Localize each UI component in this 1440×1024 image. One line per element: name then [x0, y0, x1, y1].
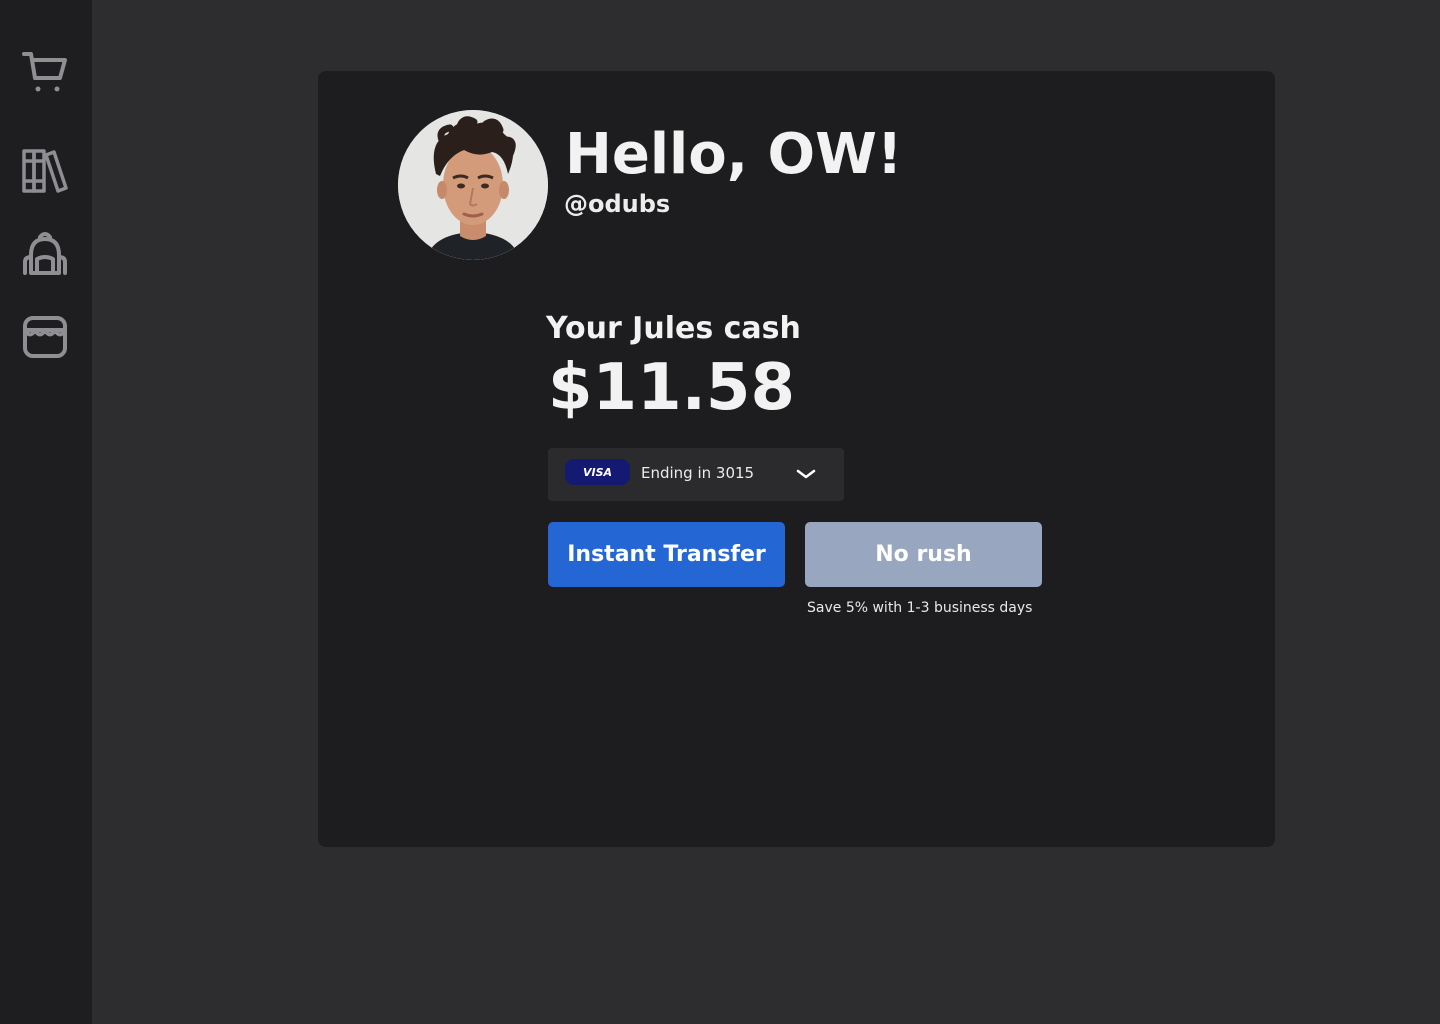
chevron-down-icon	[796, 469, 816, 479]
no-rush-button[interactable]: No rush	[805, 522, 1042, 587]
cash-balance-label: Your Jules cash	[546, 311, 801, 346]
backpack-icon[interactable]	[20, 228, 70, 278]
no-rush-note: Save 5% with 1-3 business days	[807, 600, 1033, 616]
greeting-title: Hello, OW!	[565, 122, 903, 187]
sidebar	[0, 0, 92, 1024]
payment-method-select[interactable]: VISA Ending in 3015	[548, 448, 844, 501]
instant-transfer-button[interactable]: Instant Transfer	[548, 522, 785, 587]
library-icon[interactable]	[20, 145, 70, 195]
avatar	[398, 110, 548, 260]
cash-out-card: Hello, OW! @odubs Your Jules cash $11.58…	[318, 71, 1275, 847]
visa-icon: VISA	[565, 459, 630, 485]
store-icon[interactable]	[20, 311, 70, 361]
card-ending-text: Ending in 3015	[641, 464, 755, 482]
cart-icon[interactable]	[20, 47, 70, 97]
username-handle: @odubs	[564, 190, 671, 218]
cash-balance-amount: $11.58	[548, 351, 795, 425]
